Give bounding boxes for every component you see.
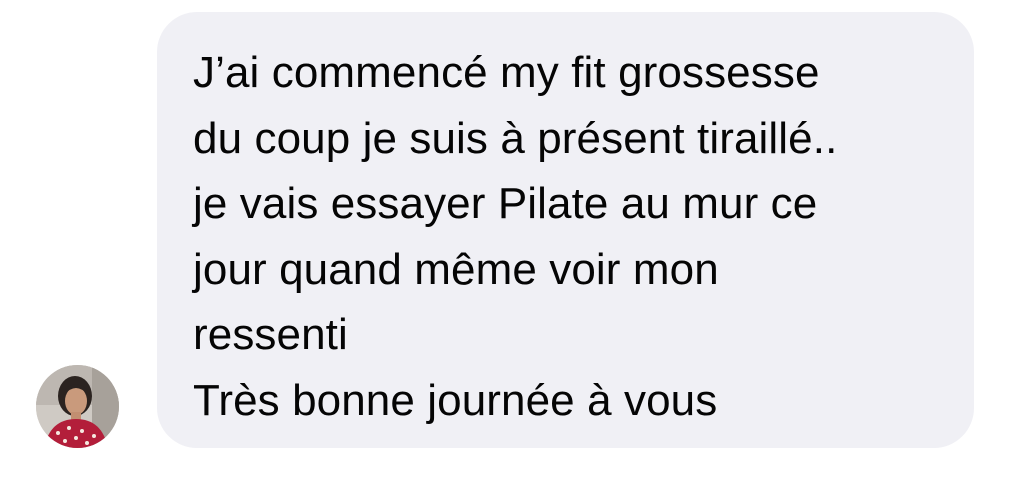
message-text: J’ai commencé my fit grossesse du coup j… (193, 40, 953, 433)
message-line: Très bonne journée à vous (193, 375, 718, 425)
avatar-photo-icon (36, 365, 119, 448)
message-line: ressenti (193, 310, 348, 359)
message-line: J’ai commencé my fit grossesse (193, 48, 820, 97)
message-line: jour quand même voir mon (193, 244, 719, 294)
message-line: du coup je suis à présent tiraillé.. (193, 113, 838, 163)
message-line: je vais essayer Pilate au mur ce (193, 179, 818, 228)
sender-avatar[interactable] (36, 365, 119, 448)
incoming-message-row: J’ai commencé my fit grossesse du coup j… (0, 0, 1010, 477)
message-bubble[interactable]: J’ai commencé my fit grossesse du coup j… (157, 12, 974, 448)
